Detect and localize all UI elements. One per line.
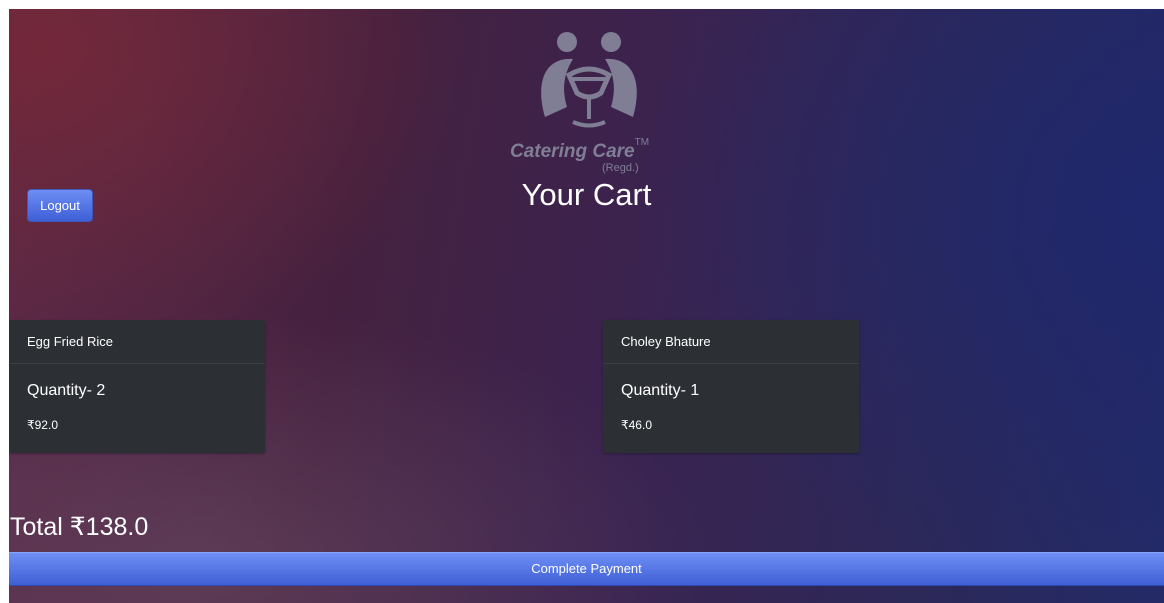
cart-item-card: Choley Bhature Quantity- 1 ₹46.0	[603, 320, 859, 453]
complete-payment-button[interactable]: Complete Payment	[9, 552, 1164, 586]
cart-item-quantity: Quantity- 1	[621, 382, 700, 399]
page-title: Your Cart	[521, 177, 652, 212]
cart-item-price: ₹92.0	[27, 418, 58, 432]
brand-registered: (Regd.)	[602, 162, 639, 174]
cart-total: Total ₹138.0	[10, 513, 149, 541]
cart-item-price: ₹46.0	[621, 418, 652, 432]
cart-item-name: Choley Bhature	[603, 320, 859, 364]
brand-name: Catering CareTM	[510, 137, 650, 162]
brand-logo: Catering CareTM (Regd.)	[505, 27, 675, 177]
catering-care-logo-icon	[541, 32, 637, 128]
cart-item-quantity: Quantity- 2	[27, 382, 106, 399]
cart-item-card: Egg Fried Rice Quantity- 2 ₹92.0	[9, 320, 265, 453]
trademark-mark: TM	[634, 137, 650, 148]
cart-page: Catering CareTM (Regd.) Your Cart Logout…	[9, 9, 1164, 603]
cart-item-name: Egg Fried Rice	[9, 320, 265, 364]
logout-button[interactable]: Logout	[27, 189, 93, 222]
